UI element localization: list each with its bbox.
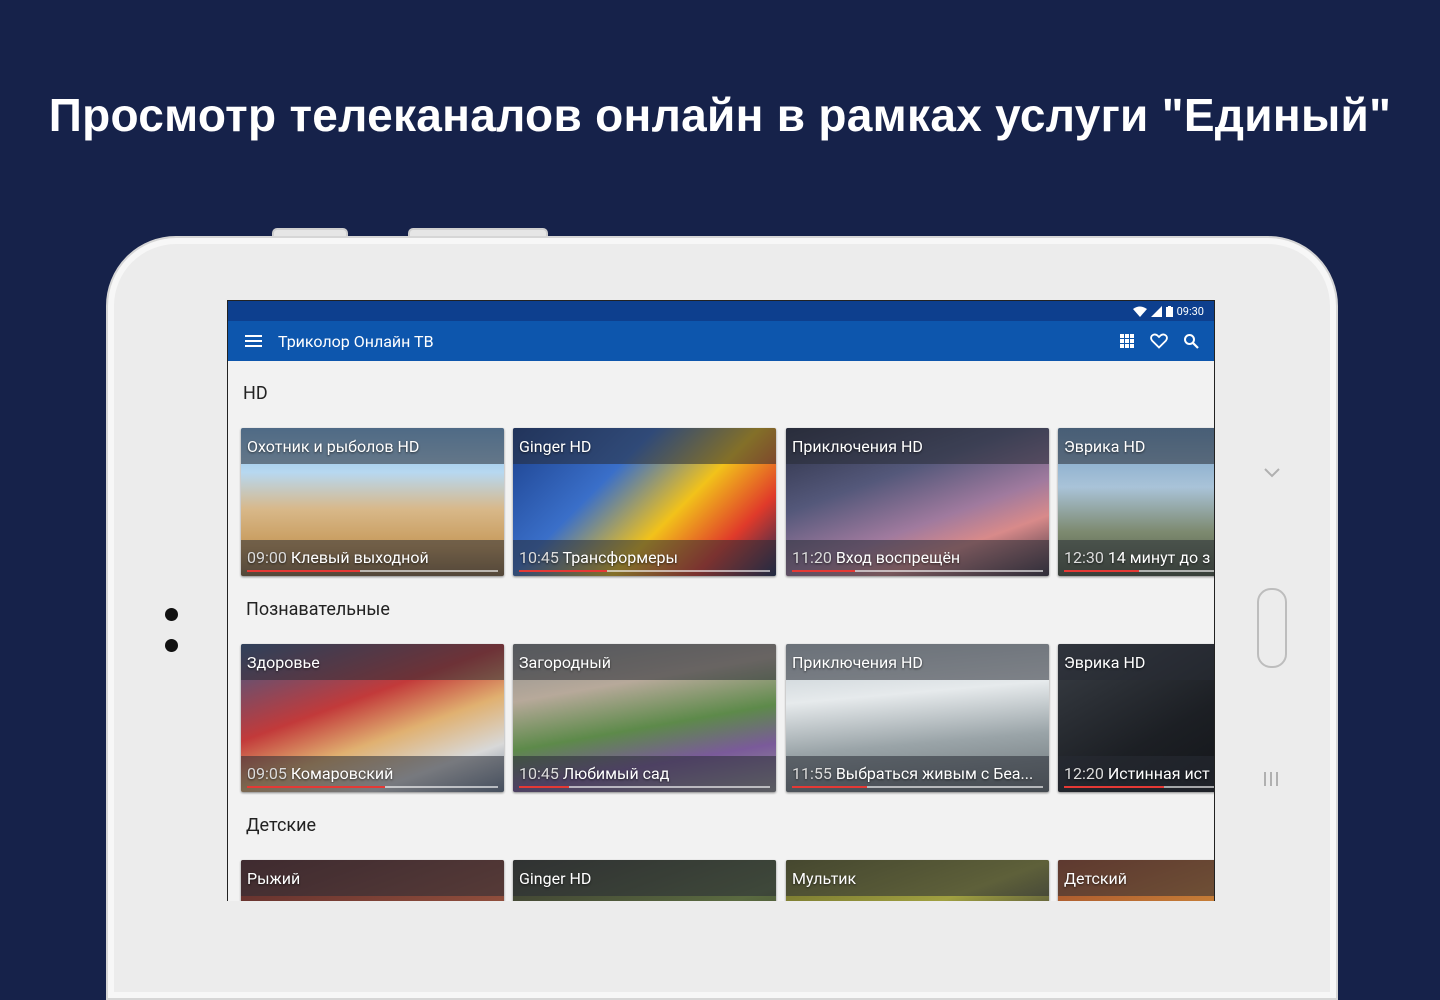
battery-icon bbox=[1165, 305, 1173, 317]
program-info: 10:45 Любимый сад bbox=[519, 764, 771, 783]
program-progress bbox=[792, 786, 1043, 788]
program-info: 10:45 Трансформеры bbox=[519, 548, 771, 567]
chevron-down-icon bbox=[1264, 468, 1280, 478]
program-title: Любимый сад bbox=[562, 764, 670, 783]
program-time: 09:00 bbox=[247, 548, 287, 567]
program-time: 10:45 bbox=[519, 764, 559, 783]
program-progress bbox=[247, 570, 498, 572]
channel-card[interactable]: Ginger HD 10:45 Трансформеры bbox=[513, 428, 776, 576]
channel-card[interactable]: Ginger HD bbox=[513, 860, 776, 901]
program-title: 14 минут до з bbox=[1107, 548, 1211, 567]
app-title: Триколор Онлайн ТВ bbox=[278, 331, 434, 351]
program-progress bbox=[519, 570, 770, 572]
program-title: Вход воспрещён bbox=[835, 548, 961, 567]
channel-card[interactable]: Рыжий bbox=[241, 860, 504, 901]
channel-card[interactable]: Загородный 10:45 Любимый сад bbox=[513, 644, 776, 792]
channel-name: Эврика HD bbox=[1064, 653, 1146, 672]
channel-name: Приключения HD bbox=[792, 437, 923, 456]
section-title-hd: HD bbox=[243, 383, 268, 404]
program-title: Комаровский bbox=[290, 764, 394, 783]
status-time: 09:30 bbox=[1176, 304, 1204, 318]
heart-icon bbox=[1150, 333, 1168, 349]
channel-name: Эврика HD bbox=[1064, 437, 1146, 456]
program-time: 11:20 bbox=[792, 548, 832, 567]
channel-row-hd: Охотник и рыболов HD 09:00 Клевый выходн… bbox=[241, 428, 1214, 576]
menu-button[interactable] bbox=[232, 321, 276, 361]
section-title-kids: Детские bbox=[246, 815, 317, 836]
channel-card[interactable]: Эврика HD 12:30 14 минут до з bbox=[1058, 428, 1214, 576]
program-title: Истинная ист bbox=[1107, 764, 1210, 783]
signal-icon bbox=[1150, 305, 1162, 317]
search-button[interactable] bbox=[1178, 328, 1204, 354]
program-info: 09:05 Комаровский bbox=[247, 764, 499, 783]
program-title: Выбраться живым с Беа... bbox=[835, 764, 1034, 783]
channel-card[interactable]: Охотник и рыболов HD 09:00 Клевый выходн… bbox=[241, 428, 504, 576]
camera-dot bbox=[165, 608, 178, 621]
channel-name: Мультик bbox=[792, 869, 857, 888]
channel-row-kids: Рыжий Ginger HD Мультик Детский bbox=[241, 860, 1214, 901]
program-progress bbox=[247, 786, 498, 788]
menu-icon bbox=[245, 335, 262, 347]
channel-name: Приключения HD bbox=[792, 653, 923, 672]
channel-name: Ginger HD bbox=[519, 869, 592, 888]
channel-card[interactable]: Мультик bbox=[786, 860, 1049, 901]
program-info: 12:30 14 минут до з bbox=[1064, 548, 1214, 567]
program-info: 11:55 Выбраться живым с Беа... bbox=[792, 764, 1044, 783]
program-time: 10:45 bbox=[519, 548, 559, 567]
program-time: 12:30 bbox=[1064, 548, 1104, 567]
program-time: 11:55 bbox=[792, 764, 832, 783]
favorites-button[interactable] bbox=[1146, 328, 1172, 354]
program-progress bbox=[1064, 570, 1214, 572]
channel-card[interactable]: Эврика HD 12:20 Истинная ист bbox=[1058, 644, 1214, 792]
program-info: 12:20 Истинная ист bbox=[1064, 764, 1214, 783]
program-progress bbox=[519, 786, 770, 788]
channel-name: Ginger HD bbox=[519, 437, 592, 456]
channel-card[interactable]: Детский bbox=[1058, 860, 1214, 901]
program-info: 09:00 Клевый выходной bbox=[247, 548, 499, 567]
search-icon bbox=[1184, 334, 1199, 349]
section-title-educational: Познавательные bbox=[246, 599, 390, 620]
recent-apps-icon[interactable] bbox=[1262, 770, 1280, 788]
program-title: Клевый выходной bbox=[290, 548, 429, 567]
channel-name: Здоровье bbox=[247, 653, 320, 672]
tablet-screen: 09:30 Триколор Онлайн ТВ HD Охотник и ры… bbox=[227, 300, 1215, 901]
program-info: 11:20 Вход воспрещён bbox=[792, 548, 1044, 567]
grid-view-button[interactable] bbox=[1114, 328, 1140, 354]
grid-icon bbox=[1120, 334, 1134, 348]
channel-card[interactable]: Приключения HD 11:55 Выбраться живым с Б… bbox=[786, 644, 1049, 792]
program-progress bbox=[792, 570, 1043, 572]
wifi-icon bbox=[1132, 306, 1147, 317]
status-bar: 09:30 bbox=[228, 301, 1214, 321]
channel-name: Детский bbox=[1064, 869, 1127, 888]
program-progress bbox=[1064, 786, 1214, 788]
promo-title: Просмотр телеканалов онлайн в рамках усл… bbox=[48, 89, 1392, 141]
program-time: 09:05 bbox=[247, 764, 287, 783]
channel-name: Рыжий bbox=[247, 869, 301, 888]
channel-name: Загородный bbox=[519, 653, 611, 672]
channel-row-educational: Здоровье 09:05 Комаровский Загородный 10… bbox=[241, 644, 1214, 792]
app-bar: Триколор Онлайн ТВ bbox=[228, 321, 1214, 361]
channel-name: Охотник и рыболов HD bbox=[247, 437, 420, 456]
channel-card[interactable]: Приключения HD 11:20 Вход воспрещён bbox=[786, 428, 1049, 576]
home-button[interactable] bbox=[1257, 588, 1287, 668]
program-title: Трансформеры bbox=[562, 548, 678, 567]
channel-card[interactable]: Здоровье 09:05 Комаровский bbox=[241, 644, 504, 792]
sensor-dot bbox=[165, 639, 178, 652]
program-time: 12:20 bbox=[1064, 764, 1104, 783]
